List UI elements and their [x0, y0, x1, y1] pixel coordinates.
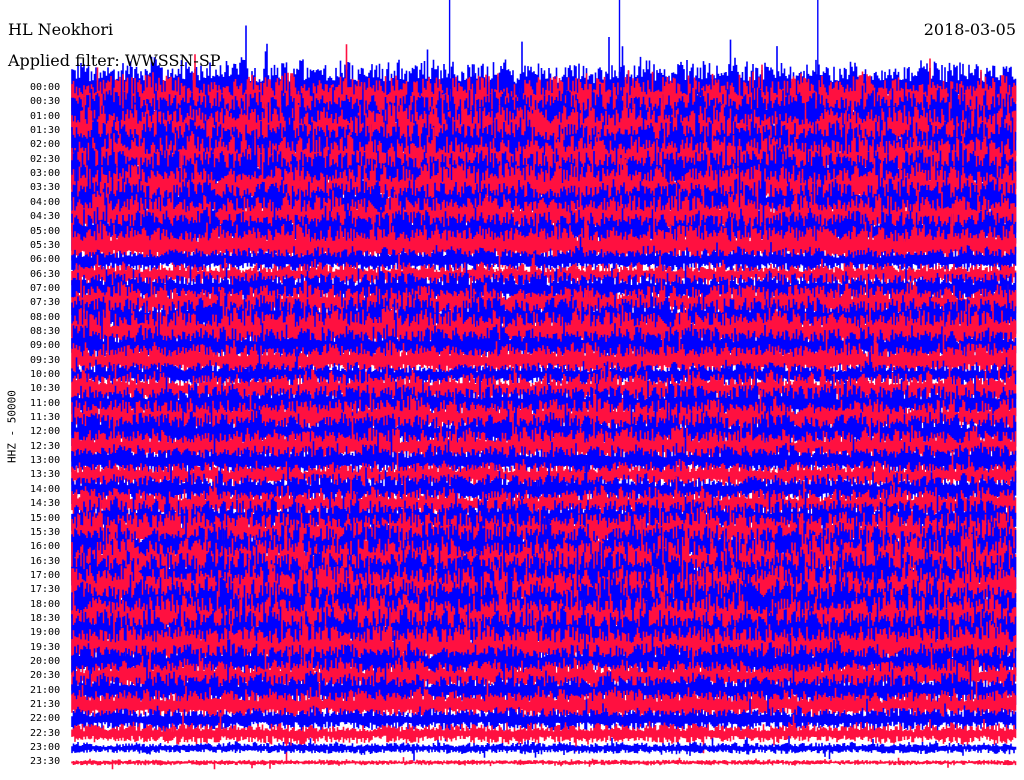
hour-label: 05:00: [30, 225, 61, 237]
hour-label: 10:00: [30, 369, 61, 380]
hour-label: 17:00: [30, 569, 61, 581]
hour-label: 13:30: [30, 469, 61, 481]
hour-label: 15:30: [30, 526, 61, 538]
trace-row: [71, 737, 1017, 761]
hour-label: 23:30: [30, 756, 61, 768]
hour-label: 12:30: [30, 440, 61, 452]
hour-label: 19:00: [30, 627, 61, 639]
hour-label: 01:30: [30, 125, 61, 137]
hour-label: 11:30: [30, 412, 61, 424]
helicorder-plot: [71, 0, 1017, 770]
hour-label: 22:30: [30, 727, 61, 739]
hour-label: 21:00: [30, 684, 61, 696]
channel-label: HHZ - 50000: [5, 390, 19, 463]
hour-label: 02:30: [30, 153, 61, 165]
hour-label: 05:30: [30, 239, 61, 251]
hour-label: 10:30: [30, 383, 61, 395]
hour-label: 07:30: [30, 297, 61, 309]
hour-label: 16:00: [30, 541, 61, 553]
hour-label: 03:00: [30, 168, 61, 180]
hour-label: 07:00: [30, 282, 61, 294]
hour-label: 16:30: [30, 555, 61, 567]
hour-label: 03:30: [30, 182, 61, 194]
hour-label: 18:30: [30, 612, 61, 624]
hour-label: 04:00: [30, 196, 61, 208]
hour-label: 17:30: [30, 584, 61, 596]
hour-label: 22:00: [30, 713, 61, 725]
hour-label: 11:00: [30, 397, 61, 409]
hour-label: 20:30: [30, 670, 61, 682]
hour-label: 12:00: [30, 426, 61, 438]
hour-label: 09:30: [30, 354, 61, 366]
helicorder-traces: [71, 0, 1017, 770]
hour-label: 19:30: [30, 641, 61, 653]
hour-label: 18:00: [30, 598, 61, 610]
hour-label: 00:30: [30, 96, 61, 108]
hour-label: 21:30: [30, 699, 61, 711]
hour-label: 13:00: [30, 455, 61, 467]
hour-label: 02:00: [30, 139, 61, 151]
hour-label: 06:00: [30, 254, 61, 266]
hour-label: 08:00: [30, 311, 61, 323]
hour-label: 14:30: [30, 498, 61, 510]
hour-label: 04:30: [30, 211, 61, 223]
hour-label: 08:30: [30, 325, 61, 337]
hour-label: 15:00: [30, 512, 61, 524]
hour-label: 20:00: [30, 656, 61, 667]
hour-label: 00:00: [30, 82, 61, 93]
trace-row: [71, 757, 1017, 770]
hour-label: 09:00: [30, 340, 61, 352]
hour-label: 14:00: [30, 483, 61, 495]
hour-label: 01:00: [30, 110, 61, 122]
hour-label: 06:30: [30, 268, 61, 280]
hour-label: 23:00: [30, 742, 61, 754]
